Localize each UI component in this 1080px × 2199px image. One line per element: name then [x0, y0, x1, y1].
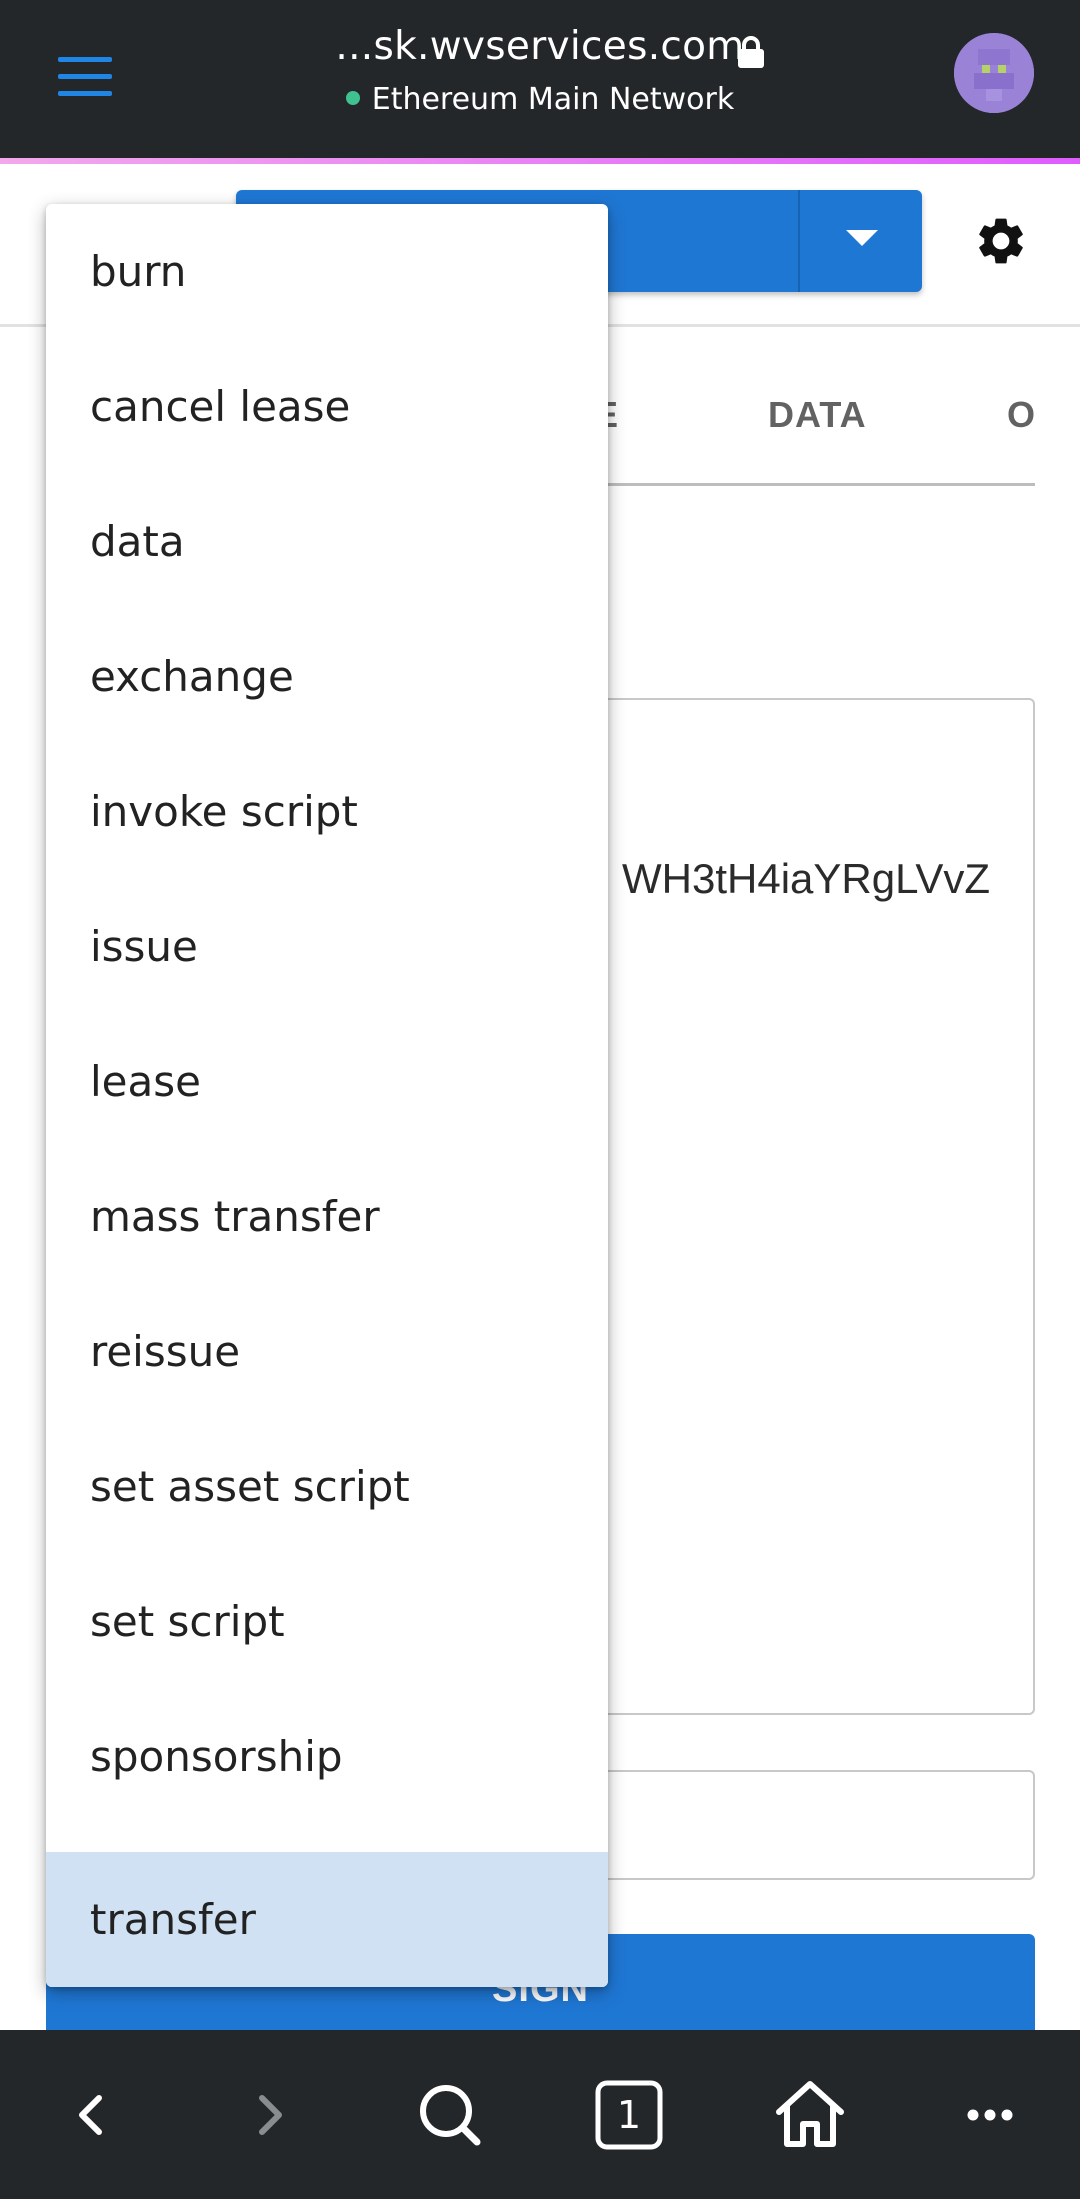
menu-item-burn[interactable]: burn — [46, 204, 608, 339]
network-indicator[interactable]: Ethereum Main Network — [0, 82, 1080, 117]
back-arrow-icon[interactable] — [47, 2070, 137, 2160]
search-icon[interactable] — [405, 2070, 495, 2160]
url-row[interactable]: ...sk.wvservices.com — [0, 24, 1080, 69]
account-avatar[interactable] — [954, 33, 1034, 113]
tabs-button[interactable]: 1 — [584, 2070, 674, 2160]
home-icon[interactable] — [765, 2070, 855, 2160]
gear-icon[interactable] — [973, 213, 1029, 269]
tab-other[interactable]: O — [1007, 394, 1036, 436]
transaction-type-dropdown: burn cancel lease data exchange invoke s… — [46, 204, 608, 1987]
network-name: Ethereum Main Network — [371, 82, 735, 117]
browser-top-bar: ...sk.wvservices.com Ethereum Main Netwo… — [0, 0, 1080, 158]
lock-icon — [738, 36, 764, 68]
chevron-down-icon[interactable] — [846, 230, 878, 246]
menu-item-set-script[interactable]: set script — [46, 1554, 608, 1689]
tab-data[interactable]: DATA — [768, 394, 867, 436]
connect-divider — [798, 190, 800, 292]
menu-item-lease[interactable]: lease — [46, 1014, 608, 1149]
menu-item-cancel-lease[interactable]: cancel lease — [46, 339, 608, 474]
menu-item-sponsorship[interactable]: sponsorship — [46, 1689, 608, 1824]
accent-line — [0, 158, 1080, 164]
url-text: ...sk.wvservices.com — [335, 24, 745, 69]
browser-bottom-nav: 1 — [0, 2030, 1080, 2199]
menu-item-exchange[interactable]: exchange — [46, 609, 608, 744]
more-icon[interactable] — [945, 2070, 1035, 2160]
menu-item-invoke-script[interactable]: invoke script — [46, 744, 608, 879]
network-status-dot — [345, 90, 360, 105]
menu-item-issue[interactable]: issue — [46, 879, 608, 1014]
forward-arrow-icon[interactable] — [224, 2070, 314, 2160]
menu-item-set-asset-script[interactable]: set asset script — [46, 1419, 608, 1554]
menu-item-reissue[interactable]: reissue — [46, 1284, 608, 1419]
menu-item-transfer[interactable]: transfer — [46, 1852, 608, 1987]
menu-item-mass-transfer[interactable]: mass transfer — [46, 1149, 608, 1284]
tab-count: 1 — [616, 2093, 642, 2137]
menu-item-data[interactable]: data — [46, 474, 608, 609]
